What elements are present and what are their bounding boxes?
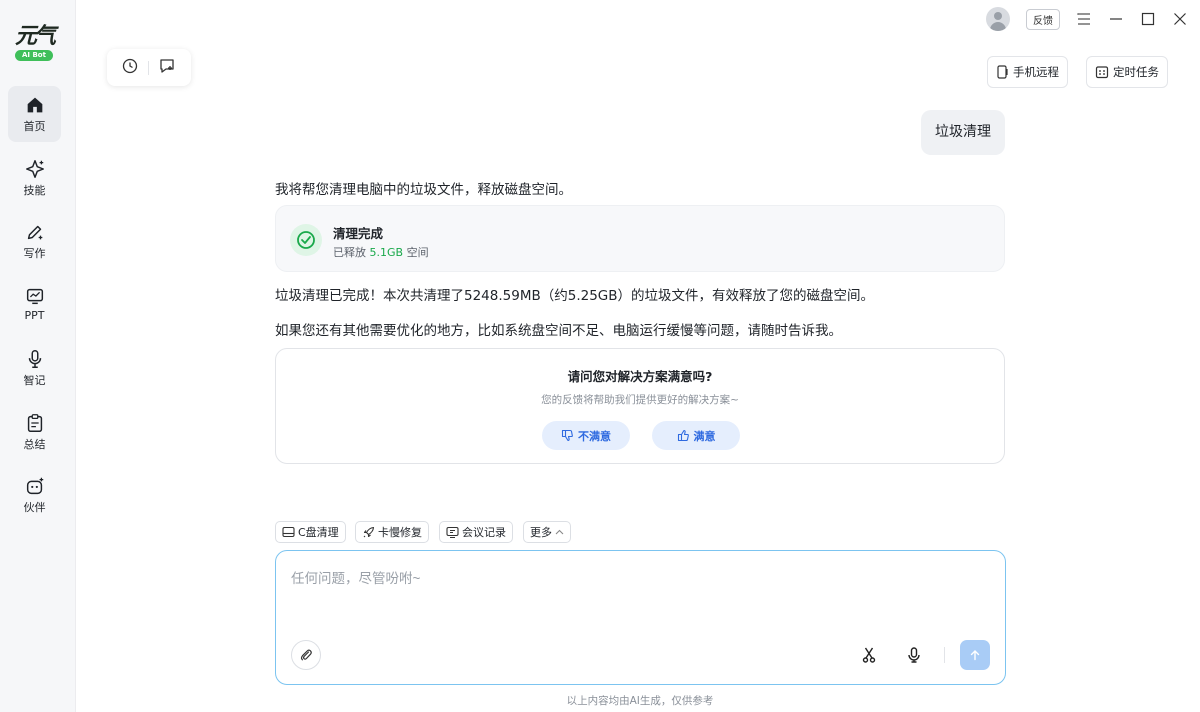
like-button[interactable]: 满意 — [652, 421, 740, 450]
microphone-icon — [28, 350, 41, 368]
scheduled-task-button[interactable]: 定时任务 — [1086, 56, 1168, 88]
cleanup-title: 清理完成 — [333, 226, 384, 241]
chat-input[interactable] — [291, 571, 971, 586]
sidebar-item-ppt[interactable]: PPT — [8, 277, 61, 333]
chat-input-box — [275, 550, 1006, 685]
cleanup-released: 已释放 5.1GB 空间 — [333, 244, 429, 260]
menu-icon[interactable] — [1076, 11, 1092, 27]
assistant-followup-text: 如果您还有其他需要优化的地方，比如系统盘空间不足、电脑运行缓慢等问题，请随时告诉… — [275, 323, 842, 339]
minimize-icon[interactable] — [1108, 11, 1124, 27]
pen-icon — [27, 225, 42, 240]
paperclip-icon — [300, 649, 312, 661]
scheduled-task-label: 定时任务 — [1113, 65, 1159, 79]
send-button[interactable] — [960, 640, 990, 670]
close-icon[interactable] — [1172, 11, 1188, 27]
survey-subtitle: 您的反馈将帮助我们提供更好的解决方案~ — [541, 394, 739, 406]
app-window: 元气 AI Bot 首页 技能 写作 PPT 智记 总结 伙伴 反馈 手机远程 … — [0, 0, 1200, 712]
app-logo: 元气 AI Bot — [10, 24, 58, 66]
sidebar-item-label: PPT — [24, 309, 45, 322]
sidebar-item-label: 智记 — [23, 374, 46, 387]
released-suffix: 空间 — [406, 246, 429, 259]
mobile-remote-button[interactable]: 手机远程 — [987, 56, 1068, 88]
bot-icon — [26, 477, 43, 495]
attach-button[interactable] — [291, 640, 321, 670]
quick-action-more[interactable]: 更多 — [523, 521, 571, 543]
sidebar-item-label: 写作 — [23, 247, 46, 260]
sidebar-item-notes[interactable]: 智记 — [8, 340, 61, 396]
title-bar: 反馈 — [986, 6, 1188, 32]
history-toolbar — [107, 49, 191, 86]
quick-action-c-drive-cleanup[interactable]: C盘清理 — [275, 521, 346, 543]
released-prefix: 已释放 — [333, 246, 366, 259]
quick-action-lag-fix[interactable]: 卡慢修复 — [355, 521, 429, 543]
scissors-icon — [862, 647, 876, 663]
avatar[interactable] — [986, 7, 1010, 31]
sidebar-item-writing[interactable]: 写作 — [8, 213, 61, 269]
chip-label: C盘清理 — [298, 526, 339, 539]
like-label: 满意 — [693, 429, 716, 443]
thumbs-down-icon — [561, 429, 573, 442]
thumbs-up-icon — [677, 429, 689, 442]
sidebar-item-partner[interactable]: 伙伴 — [8, 467, 61, 523]
sidebar-item-label: 总结 — [23, 438, 46, 451]
microphone-icon — [908, 647, 920, 663]
divider — [148, 60, 149, 75]
dislike-label: 不满意 — [578, 429, 611, 443]
sparkle-icon — [25, 160, 44, 178]
divider — [944, 647, 945, 663]
sidebar-item-skills[interactable]: 技能 — [8, 150, 61, 206]
scissors-button[interactable] — [860, 646, 878, 664]
history-icon[interactable] — [122, 58, 138, 78]
clipboard-icon — [27, 414, 42, 432]
home-icon — [27, 97, 42, 113]
survey-title: 请问您对解决方案满意吗? — [567, 369, 713, 384]
satisfaction-survey: 请问您对解决方案满意吗? 您的反馈将帮助我们提供更好的解决方案~ 不满意 满意 — [275, 348, 1005, 464]
chevron-up-icon — [555, 529, 564, 535]
user-message-bubble: 垃圾清理 — [921, 110, 1005, 155]
sidebar-item-summary[interactable]: 总结 — [8, 404, 61, 460]
chip-label: 会议记录 — [462, 526, 506, 539]
dislike-button[interactable]: 不满意 — [542, 421, 630, 450]
logo-text: 元气 — [14, 23, 56, 49]
maximize-icon[interactable] — [1140, 11, 1156, 27]
logo-badge: AI Bot — [15, 50, 53, 61]
sidebar-item-label: 首页 — [23, 120, 46, 133]
meeting-icon — [446, 526, 459, 538]
feedback-button[interactable]: 反馈 — [1026, 8, 1060, 30]
calendar-icon — [1095, 66, 1109, 79]
voice-input-button[interactable] — [905, 646, 923, 664]
new-chat-icon[interactable] — [159, 58, 176, 78]
cleanup-result-card: 清理完成 已释放 5.1GB 空间 — [275, 205, 1005, 272]
ai-disclaimer: 以上内容均由AI生成，仅供参考 — [566, 695, 714, 707]
sidebar-item-label: 伙伴 — [23, 501, 46, 514]
chip-label: 更多 — [530, 526, 552, 539]
assistant-result-text: 垃圾清理已完成！本次共清理了5248.59MB（约5.25GB）的垃圾文件，有效… — [275, 288, 875, 304]
sidebar-item-label: 技能 — [23, 184, 46, 197]
quick-action-meeting-notes[interactable]: 会议记录 — [439, 521, 513, 543]
presentation-icon — [26, 288, 43, 305]
released-value: 5.1GB — [369, 246, 404, 259]
sidebar: 元气 AI Bot 首页 技能 写作 PPT 智记 总结 伙伴 — [0, 0, 76, 712]
disk-icon — [282, 526, 295, 538]
rocket-icon — [363, 526, 375, 537]
mobile-remote-label: 手机远程 — [1013, 65, 1059, 79]
sidebar-item-home[interactable]: 首页 — [8, 86, 61, 142]
phone-icon — [997, 65, 1008, 79]
check-circle-icon — [290, 224, 322, 256]
arrow-up-icon — [970, 650, 980, 661]
chip-label: 卡慢修复 — [378, 526, 422, 539]
assistant-intro-text: 我将帮您清理电脑中的垃圾文件，释放磁盘空间。 — [275, 182, 572, 198]
